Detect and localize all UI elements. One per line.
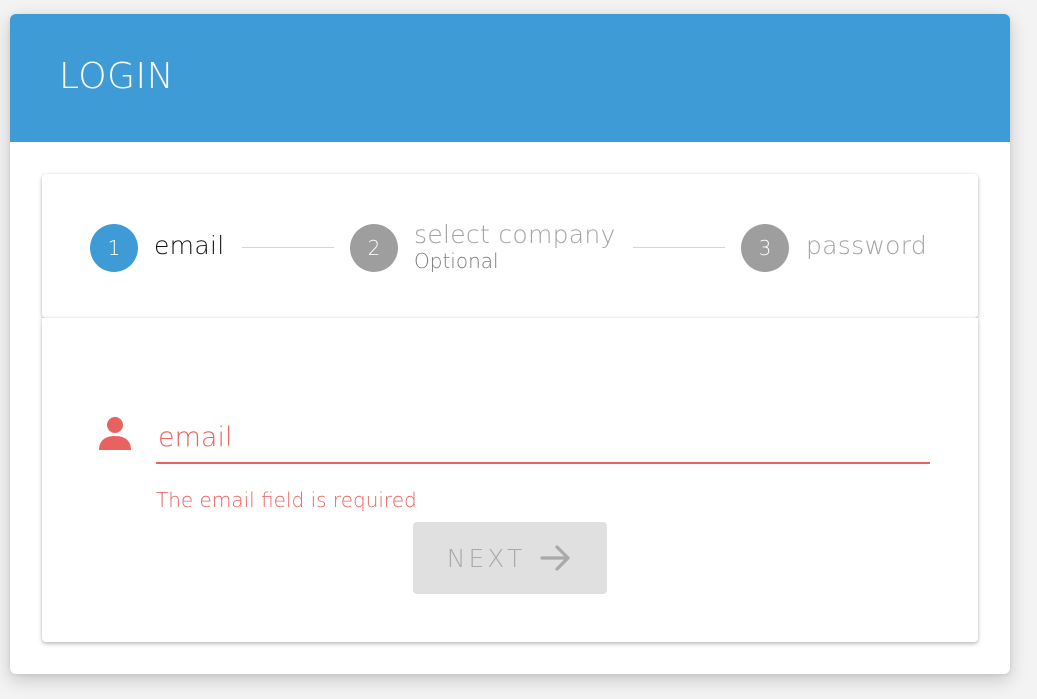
step-2-label[interactable]: select company — [414, 220, 616, 249]
login-card: LOGIN 1 email 2 select company Optional … — [10, 14, 1010, 674]
email-error-message: The email field is required — [156, 488, 417, 512]
step-2-optional-label: Optional — [414, 249, 499, 273]
step-connector — [242, 247, 334, 248]
step-3-circle[interactable]: 3 — [741, 224, 789, 272]
person-icon — [99, 417, 131, 450]
login-header: LOGIN — [10, 14, 1010, 142]
email-input[interactable] — [156, 412, 930, 464]
stepper: 1 email 2 select company Optional 3 pass… — [42, 174, 978, 318]
step-2-circle[interactable]: 2 — [350, 224, 398, 272]
step-3-label[interactable]: password — [806, 231, 927, 260]
step-1-circle[interactable]: 1 — [90, 224, 138, 272]
next-button-label: NEXT — [446, 543, 526, 573]
next-button[interactable]: NEXT — [413, 522, 607, 594]
page-title: LOGIN — [59, 56, 175, 97]
email-step-content: The email field is required NEXT — [42, 318, 978, 642]
step-1-label[interactable]: email — [154, 231, 224, 260]
step-connector — [633, 247, 725, 248]
arrow-right-icon — [540, 545, 570, 571]
